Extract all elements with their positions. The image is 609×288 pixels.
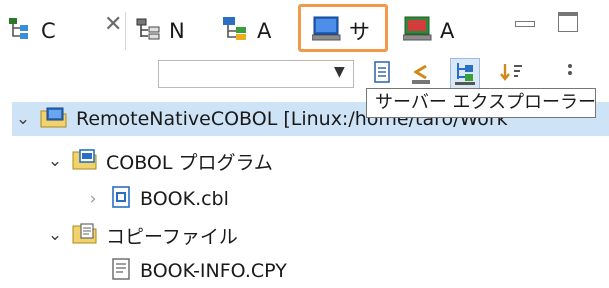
chevron-down-icon[interactable]: ⌄ <box>44 151 66 171</box>
filter-combo[interactable] <box>158 60 354 88</box>
tooltip: サーバー エクスプローラー <box>366 88 596 118</box>
tree-label: COBOL プログラム <box>106 151 273 174</box>
cobol-source-file-icon <box>110 185 132 214</box>
tree-item-cobol-programs[interactable]: ⌄ COBOL プログラム <box>44 144 273 178</box>
tab-a-monitor[interactable]: A <box>402 14 455 48</box>
link-back-button[interactable] <box>406 58 436 90</box>
view-menu-icon <box>568 64 572 75</box>
chevron-down-icon[interactable]: ⌄ <box>12 109 34 129</box>
navigator-icon <box>136 17 162 46</box>
tab-label: N <box>169 19 185 43</box>
sort-icon <box>500 64 522 81</box>
copybook-folder-icon <box>72 221 98 250</box>
highlight-box <box>298 4 388 52</box>
close-icon[interactable]: ✕ <box>104 12 122 37</box>
tree-label: BOOK.cbl <box>140 188 229 210</box>
tab-c[interactable]: C <box>8 14 56 48</box>
view-menu-button[interactable] <box>560 58 590 90</box>
class-hierarchy-icon <box>8 17 34 46</box>
link-editor-toggle[interactable] <box>450 58 480 90</box>
tab-label: A <box>440 19 455 43</box>
collapse-all-icon <box>374 61 390 83</box>
copybook-file-icon <box>110 257 132 286</box>
tab-label: C <box>41 19 56 43</box>
link-editor-icon <box>455 63 475 85</box>
chevron-down-icon[interactable]: ▼ <box>334 64 345 80</box>
tab-label: A <box>257 19 272 43</box>
back-arrow-icon <box>412 64 430 84</box>
maximize-icon[interactable] <box>556 8 582 38</box>
cobol-program-folder-icon <box>72 147 98 176</box>
tree-item-book-cbl[interactable]: › BOOK.cbl <box>82 182 229 216</box>
monitor-app-icon <box>402 16 433 47</box>
chevron-down-icon[interactable]: ⌄ <box>44 225 66 245</box>
tab-n[interactable]: N <box>136 14 185 48</box>
collapse-all-button[interactable] <box>369 58 399 90</box>
tab-divider <box>125 12 126 50</box>
tree-item-copy-files[interactable]: ⌄ コピーファイル <box>44 218 238 252</box>
view-tab-bar: C ✕ N A サ A <box>0 0 609 58</box>
chevron-right-icon[interactable]: › <box>82 189 104 209</box>
minimize-icon[interactable] <box>512 8 538 38</box>
remote-project-icon <box>40 105 68 134</box>
tree-label: コピーファイル <box>106 225 238 248</box>
tab-a[interactable]: A <box>222 14 271 48</box>
application-tree-icon <box>222 16 250 47</box>
sort-button[interactable] <box>496 58 526 90</box>
tree-label: BOOK-INFO.CPY <box>140 260 287 282</box>
tree-item-book-info-cpy[interactable]: BOOK-INFO.CPY <box>82 254 287 288</box>
